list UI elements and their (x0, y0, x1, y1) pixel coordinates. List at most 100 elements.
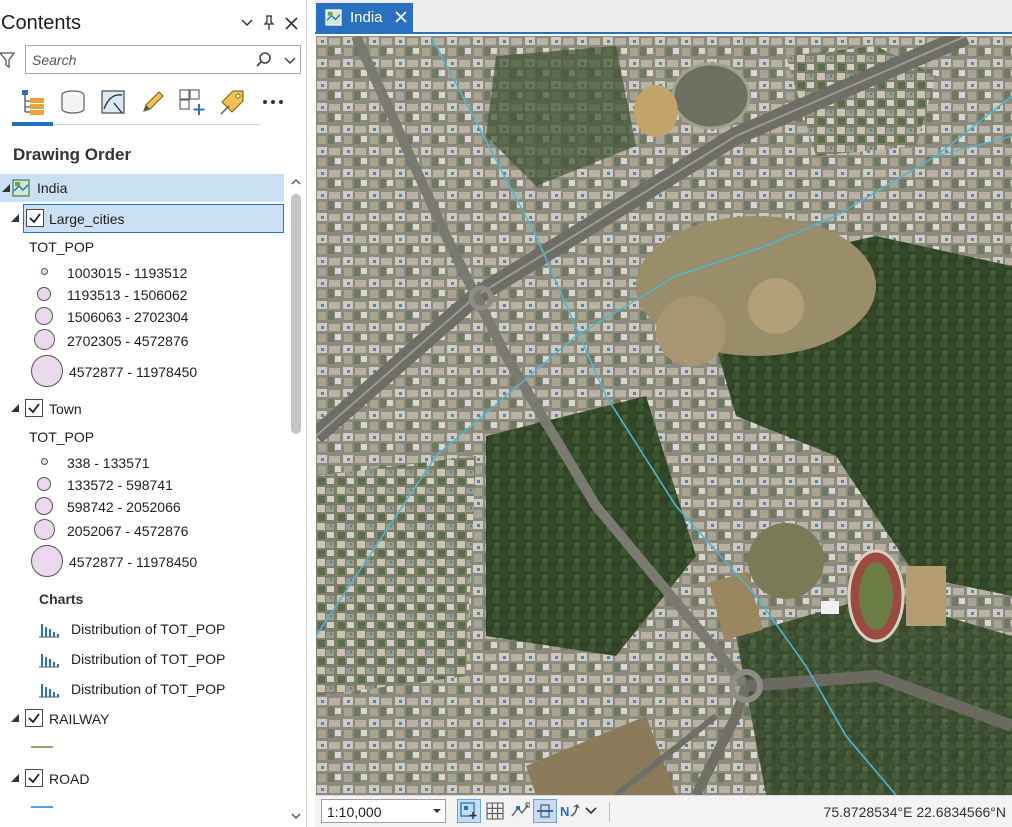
collapse-triangle-icon[interactable] (9, 772, 21, 784)
histogram-chart-icon (39, 624, 59, 638)
map-view: India 1:10,000 N 75.8728534°E 22.6834566… (315, 0, 1012, 827)
legend-class-label: 1193513 - 1506062 (67, 287, 188, 303)
tab-label: India (350, 9, 383, 26)
toolbar-divider (53, 124, 260, 125)
scrollbar-thumb[interactable] (291, 194, 301, 434)
drawing-order-heading: Drawing Order (13, 145, 132, 164)
layer-visibility-checkbox[interactable] (26, 209, 44, 227)
tab-india[interactable]: India (316, 3, 413, 32)
list-by-labeling-icon[interactable] (218, 86, 248, 118)
contents-scrollbar[interactable] (287, 172, 305, 824)
tree-item-layer-road[interactable]: ROAD (23, 764, 284, 792)
layer-visibility-checkbox[interactable] (25, 399, 43, 417)
chevron-down-icon[interactable] (583, 799, 599, 823)
list-by-selection-icon[interactable] (98, 86, 128, 118)
fixed-zoom-icon[interactable] (457, 799, 481, 823)
coordinate-readout: 75.8728534°E 22.6834566°N (823, 804, 1006, 820)
chevron-down-icon (433, 809, 441, 813)
legend-symbol-circle (35, 307, 53, 325)
histogram-chart-icon (39, 684, 59, 698)
legend-symbol-circle (34, 519, 55, 540)
collapse-triangle-icon[interactable] (9, 212, 21, 224)
status-divider (609, 802, 610, 822)
legend-class-label: 2052067 - 4572876 (67, 523, 189, 539)
layer-tree: India Large_cities TOT_POP 1003015 - 119… (0, 172, 286, 822)
legend-class-label: 598742 - 2052066 (67, 499, 181, 515)
legend-field-label: TOT_POP (29, 429, 95, 445)
contents-toolbar (12, 84, 292, 128)
tree-item-layer-railway[interactable]: RAILWAY (23, 704, 284, 732)
contents-pane: Contents Search Drawing Order India Larg… (0, 0, 307, 827)
grid-icon[interactable] (483, 799, 507, 823)
satellite-imagery[interactable] (316, 36, 1012, 795)
collapse-triangle-icon[interactable] (9, 712, 21, 724)
legend-symbol-circle (41, 458, 48, 465)
chart-item[interactable]: Distribution of TOT_POP (35, 674, 275, 702)
legend-class-label: 4572877 - 11978450 (69, 364, 198, 380)
pane-title: Contents (1, 12, 82, 34)
scale-selector[interactable]: 1:10,000 (321, 799, 446, 823)
map-name: India (37, 180, 68, 196)
close-icon[interactable] (282, 13, 300, 33)
active-view-indicator (12, 122, 53, 126)
pin-icon[interactable] (260, 13, 278, 33)
tree-item-layer-large-cities[interactable]: Large_cities (23, 204, 284, 233)
legend-class-label: 4572877 - 11978450 (69, 554, 198, 570)
legend-symbol-circle (41, 268, 48, 275)
collapse-triangle-icon[interactable] (9, 402, 21, 414)
legend-symbol-circle (35, 497, 53, 515)
scroll-up-icon[interactable] (290, 176, 302, 188)
tree-item-layer-town[interactable]: Town (23, 394, 284, 422)
railway-line-symbol (31, 746, 53, 748)
list-by-data-source-icon[interactable] (58, 86, 88, 118)
chart-item[interactable]: Distribution of TOT_POP (35, 614, 275, 642)
scroll-down-icon[interactable] (290, 810, 302, 822)
view-tab-strip: India (315, 0, 1012, 34)
map-icon (325, 9, 342, 26)
road-line-symbol (31, 806, 53, 808)
filter-icon[interactable] (0, 50, 16, 70)
snapping-icon[interactable] (508, 799, 532, 823)
layer-name: RAILWAY (49, 711, 110, 727)
svg-text:N: N (560, 804, 569, 819)
legend-class-label: 1003015 - 1193512 (67, 265, 188, 281)
more-icon[interactable] (258, 86, 288, 118)
chart-item[interactable]: Distribution of TOT_POP (35, 644, 275, 672)
search-input[interactable] (32, 51, 247, 69)
close-tab-icon[interactable] (394, 10, 408, 24)
list-by-snapping-icon[interactable] (178, 86, 208, 118)
legend-class-label: 133572 - 598741 (67, 477, 173, 493)
chart-name: Distribution of TOT_POP (71, 681, 226, 697)
pane-options-chevron-icon[interactable] (238, 13, 256, 33)
tree-item-map-india[interactable]: India (0, 174, 284, 202)
map-canvas[interactable] (316, 36, 1012, 795)
legend-symbol-circle (37, 477, 51, 491)
chart-name: Distribution of TOT_POP (71, 651, 226, 667)
search-box[interactable] (25, 45, 301, 74)
legend-class-label: 1506063 - 2702304 (67, 309, 189, 325)
legend-symbol-circle (37, 287, 51, 301)
search-icon[interactable] (255, 51, 273, 69)
layer-name: Town (49, 401, 82, 417)
chart-name: Distribution of TOT_POP (71, 621, 226, 637)
layer-visibility-checkbox[interactable] (25, 709, 43, 727)
layer-visibility-checkbox[interactable] (25, 769, 43, 787)
chevron-down-icon[interactable] (281, 51, 299, 69)
layer-name: Large_cities (49, 211, 125, 227)
histogram-chart-icon (39, 654, 59, 668)
legend-symbol-circle (31, 355, 63, 387)
legend-symbol-circle (34, 329, 55, 350)
map-icon (12, 179, 30, 197)
legend-class-label: 338 - 133571 (67, 455, 150, 471)
legend-class-label: 2702305 - 4572876 (67, 333, 189, 349)
collapse-triangle-icon[interactable] (0, 182, 12, 194)
list-by-editing-icon[interactable] (138, 86, 168, 118)
legend-symbol-circle (31, 545, 63, 577)
legend-field-label: TOT_POP (29, 239, 95, 255)
list-by-drawing-order-icon[interactable] (18, 86, 48, 118)
scale-value: 1:10,000 (327, 804, 382, 820)
map-status-bar: 1:10,000 N 75.8728534°E 22.6834566°N (315, 795, 1012, 827)
charts-heading: Charts (39, 591, 84, 607)
constraints-icon[interactable] (533, 799, 557, 823)
north-arrow-icon[interactable]: N (558, 799, 582, 823)
